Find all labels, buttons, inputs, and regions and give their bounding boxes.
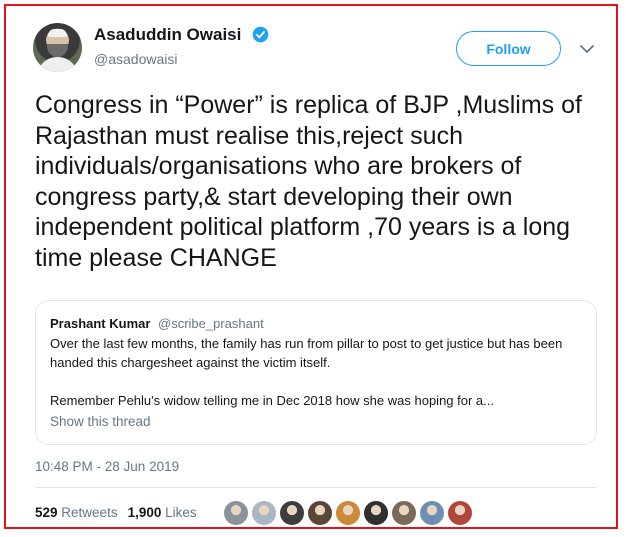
liker-avatar-9[interactable] (447, 500, 473, 526)
retweets-stat[interactable]: 529 Retweets (35, 505, 118, 520)
avatar-cap (48, 29, 67, 37)
liker-avatar-8[interactable] (419, 500, 445, 526)
author-avatar[interactable] (33, 23, 82, 72)
author-name[interactable]: Asaduddin Owaisi (94, 25, 241, 45)
liker-avatar-6[interactable] (363, 500, 389, 526)
follow-button[interactable]: Follow (456, 31, 561, 66)
likes-label: Likes (165, 505, 197, 520)
liker-avatar-1[interactable] (223, 500, 249, 526)
quoted-paragraph: Remember Pehlu's widow telling me in Dec… (50, 393, 494, 408)
quoted-paragraph: Over the last few months, the family has… (50, 336, 563, 370)
author-handle[interactable]: @asadowaisi (94, 51, 177, 67)
quoted-tweet[interactable]: Prashant Kumar @scribe_prashant Over the… (35, 300, 597, 445)
quoted-tweet-text: Over the last few months, the family has… (50, 334, 580, 410)
chevron-down-icon[interactable] (578, 40, 596, 58)
avatar-beard (47, 44, 68, 57)
tweet-timestamp[interactable]: 10:48 PM - 28 Jun 2019 (35, 459, 179, 474)
verified-badge-icon (252, 26, 269, 43)
avatar-body (37, 57, 78, 72)
liker-avatar-7[interactable] (391, 500, 417, 526)
liker-avatar-4[interactable] (307, 500, 333, 526)
liker-avatar-3[interactable] (279, 500, 305, 526)
show-thread-link[interactable]: Show this thread (50, 414, 151, 429)
likes-count: 1,900 (127, 505, 162, 520)
retweets-label: Retweets (61, 505, 118, 520)
quoted-author-handle: @scribe_prashant (158, 316, 264, 331)
likes-stat[interactable]: 1,900 Likes (128, 505, 197, 520)
quoted-author-name: Prashant Kumar (50, 316, 151, 331)
liker-avatar-2[interactable] (251, 500, 277, 526)
divider (35, 487, 597, 488)
liker-avatar-5[interactable] (335, 500, 361, 526)
tweet-text: Congress in “Power” is replica of BJP ,M… (35, 91, 582, 272)
retweets-count: 529 (35, 505, 58, 520)
engagement-stats: 529 Retweets 1,900 Likes (35, 505, 197, 520)
